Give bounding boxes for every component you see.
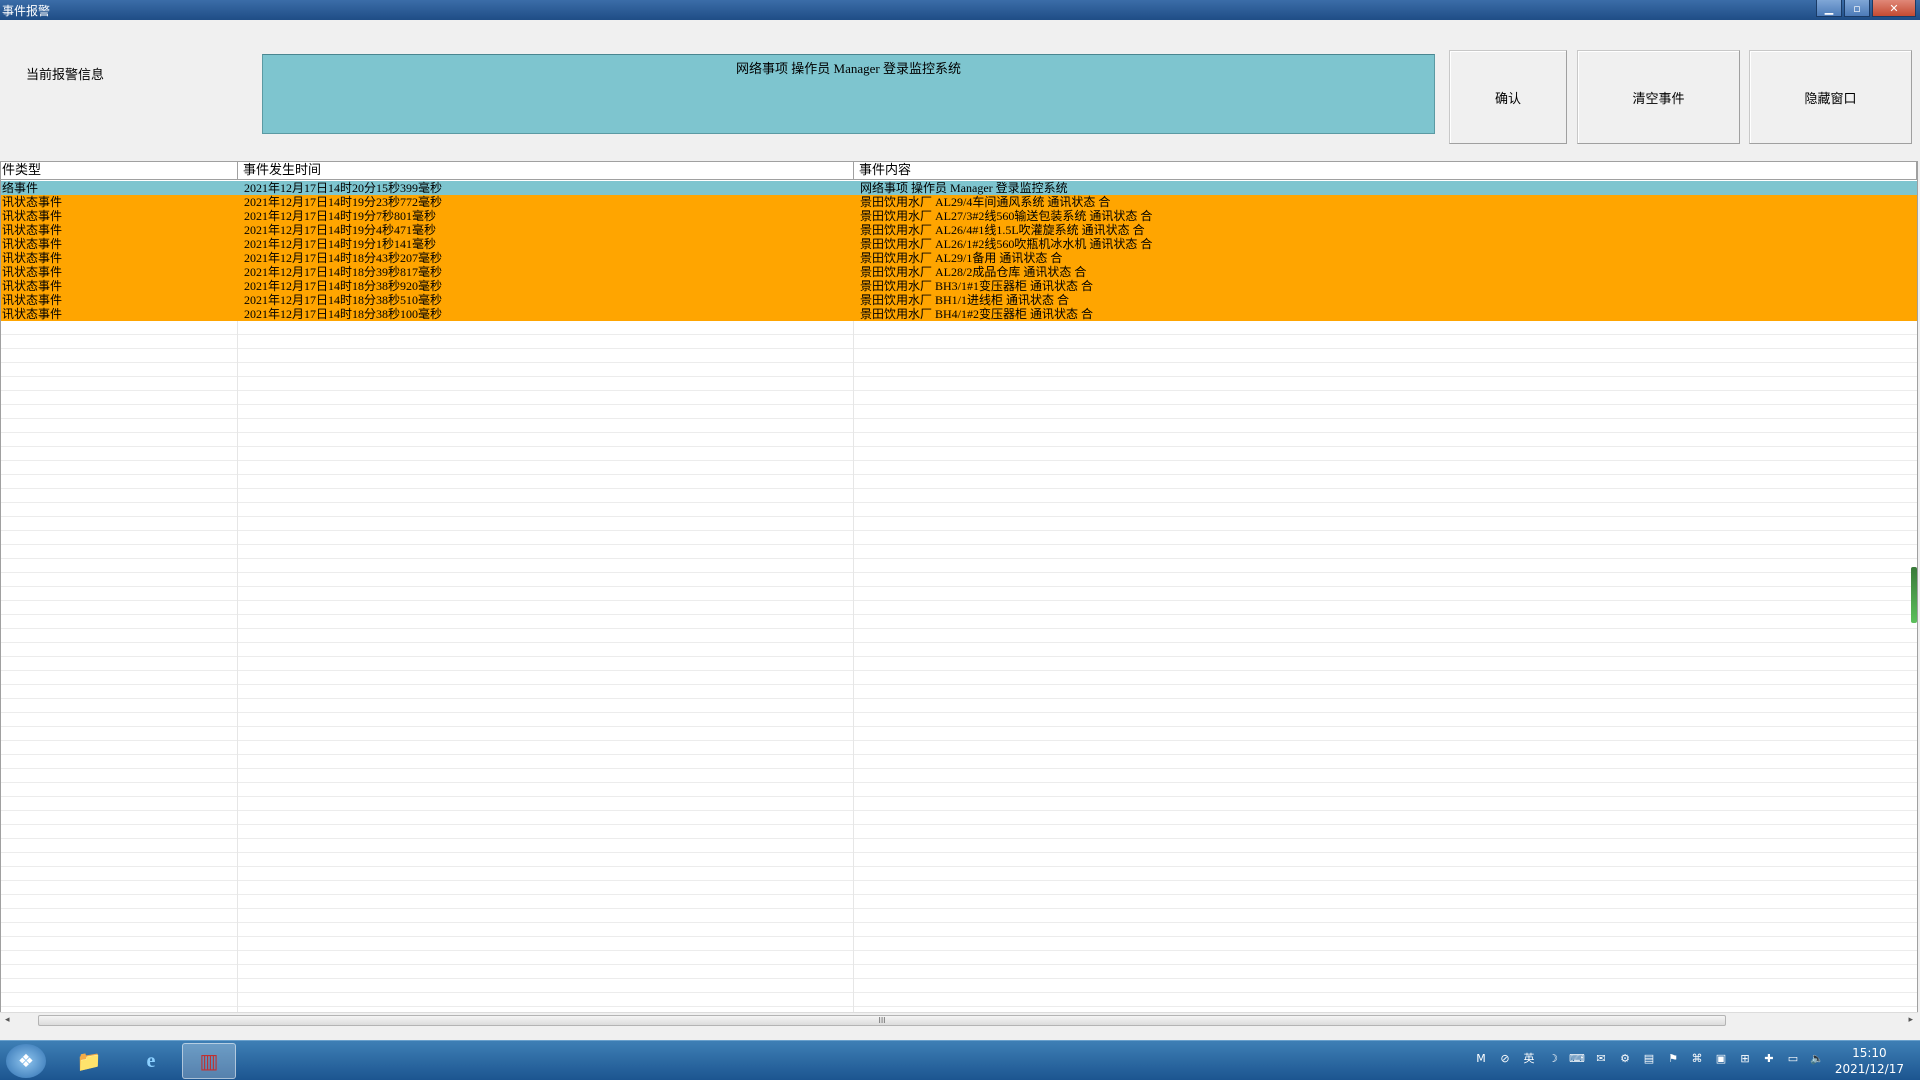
- scrollbar-thumb[interactable]: III: [38, 1015, 1726, 1026]
- event-time-cell: 2021年12月17日14时19分4秒471毫秒: [244, 223, 437, 237]
- table-row[interactable]: 讯状态事件 2021年12月17日14时19分1秒141毫秒 景田饮用水厂 AL26…: [1, 237, 1917, 251]
- event-time-cell: 2021年12月17日14时19分1秒141毫秒: [244, 237, 437, 251]
- event-time-cell: 2021年12月17日14时18分43秒207毫秒: [244, 251, 443, 265]
- tray-icon[interactable]: ⌨: [1568, 1049, 1586, 1067]
- table-row[interactable]: 讯状态事件 2021年12月17日14时19分23秒772毫秒 景田饮用水厂 AL2…: [1, 195, 1917, 209]
- clock-time: 15:10: [1852, 1046, 1887, 1060]
- event-time-cell: 2021年12月17日14时19分23秒772毫秒: [244, 195, 443, 209]
- hide-window-button[interactable]: 隐藏窗口: [1749, 50, 1912, 144]
- event-table: 件类型 事件发生时间 事件内容 络事件 2021年12月17日14时20分15秒3…: [0, 161, 1918, 1013]
- current-alarm-message: 网络事项 操作员 Manager 登录监控系统: [262, 54, 1435, 134]
- event-content-cell: 景田饮用水厂 AL29/1备用 通讯状态 合: [860, 251, 1063, 265]
- event-type-cell: 讯状态事件: [2, 195, 63, 209]
- table-row[interactable]: 讯状态事件 2021年12月17日14时18分38秒920毫秒 景田饮用水厂 BH3…: [1, 279, 1917, 293]
- status-indicator: [1911, 567, 1917, 623]
- scroll-left-icon[interactable]: ◂: [5, 1015, 10, 1025]
- window-controls: ▁ ▫ ✕: [1816, 0, 1916, 17]
- table-row[interactable]: 讯状态事件 2021年12月17日14时18分38秒100毫秒 景田饮用水厂 BH4…: [1, 307, 1917, 321]
- table-body: 络事件 2021年12月17日14时20分15秒399毫秒 网络事项 操作员 Man…: [1, 181, 1917, 1012]
- column-header-time[interactable]: 事件发生时间: [238, 162, 854, 180]
- horizontal-scrollbar[interactable]: ◂ III ▸: [0, 1012, 1918, 1028]
- event-type-cell: 讯状态事件: [2, 279, 63, 293]
- event-time-cell: 2021年12月17日14时18分39秒817毫秒: [244, 265, 443, 279]
- event-content-cell: 景田饮用水厂 AL28/2成品仓库 通讯状态 合: [860, 265, 1087, 279]
- event-content-cell: 景田饮用水厂 AL26/1#2线560吹瓶机冰水机 通讯状态 合: [860, 237, 1153, 251]
- event-time-cell: 2021年12月17日14时18分38秒510毫秒: [244, 293, 443, 307]
- tray-icon[interactable]: ⌘: [1688, 1049, 1706, 1067]
- table-row[interactable]: 讯状态事件 2021年12月17日14时18分39秒817毫秒 景田饮用水厂 AL2…: [1, 265, 1917, 279]
- event-time-cell: 2021年12月17日14时20分15秒399毫秒: [244, 181, 443, 195]
- clock[interactable]: 15:10 2021/12/17: [1835, 1045, 1904, 1077]
- scroll-right-icon[interactable]: ▸: [1908, 1015, 1913, 1025]
- title-bar: 事件报警 ▁ ▫ ✕: [0, 0, 1920, 20]
- table-row[interactable]: 讯状态事件 2021年12月17日14时19分4秒471毫秒 景田饮用水厂 AL26…: [1, 223, 1917, 237]
- windows-start-icon[interactable]: ❖: [6, 1044, 46, 1078]
- event-content-cell: 景田饮用水厂 AL27/3#2线560输送包装系统 通讯状态 合: [860, 209, 1153, 223]
- tray-icon[interactable]: ⊘: [1496, 1049, 1514, 1067]
- event-time-cell: 2021年12月17日14时18分38秒920毫秒: [244, 279, 443, 293]
- confirm-button[interactable]: 确认: [1449, 50, 1567, 144]
- tray-icon[interactable]: ✚: [1760, 1049, 1778, 1067]
- clear-events-button[interactable]: 清空事件: [1577, 50, 1740, 144]
- tray-icon[interactable]: M: [1472, 1049, 1490, 1067]
- column-header-type[interactable]: 件类型: [1, 162, 238, 180]
- event-type-cell: 讯状态事件: [2, 265, 63, 279]
- event-type-cell: 讯状态事件: [2, 223, 63, 237]
- event-content-cell: 景田饮用水厂 AL29/4车间通风系统 通讯状态 合: [860, 195, 1111, 209]
- event-type-cell: 讯状态事件: [2, 293, 63, 307]
- event-content-cell: 网络事项 操作员 Manager 登录监控系统: [860, 181, 1068, 195]
- window-title: 事件报警: [2, 4, 51, 18]
- event-time-cell: 2021年12月17日14时19分7秒801毫秒: [244, 209, 437, 223]
- maximize-icon[interactable]: ▫: [1844, 0, 1870, 17]
- event-type-cell: 讯状态事件: [2, 209, 63, 223]
- event-type-cell: 讯状态事件: [2, 251, 63, 265]
- current-alarm-label: 当前报警信息: [26, 68, 105, 83]
- tray-icon[interactable]: 英: [1520, 1049, 1538, 1067]
- internet-explorer-icon[interactable]: e: [124, 1043, 178, 1079]
- system-tray: M ⊘ 英 ☽ ⌨ ✉ ⚙ ▤ ⚑ ⌘ ▣ ⊞ ✚ ▭ 🔈: [1472, 1049, 1826, 1067]
- tray-icon[interactable]: ▭: [1784, 1049, 1802, 1067]
- event-content-cell: 景田饮用水厂 BH4/1#2变压器柜 通讯状态 合: [860, 307, 1094, 321]
- table-row[interactable]: 讯状态事件 2021年12月17日14时18分38秒510毫秒 景田饮用水厂 BH1…: [1, 293, 1917, 307]
- event-type-cell: 讯状态事件: [2, 237, 63, 251]
- tray-icon[interactable]: ☽: [1544, 1049, 1562, 1067]
- event-time-cell: 2021年12月17日14时18分38秒100毫秒: [244, 307, 443, 321]
- file-explorer-icon[interactable]: 📁: [62, 1043, 116, 1079]
- tray-icon[interactable]: ⚙: [1616, 1049, 1634, 1067]
- table-row[interactable]: 讯状态事件 2021年12月17日14时19分7秒801毫秒 景田饮用水厂 AL27…: [1, 209, 1917, 223]
- event-content-cell: 景田饮用水厂 BH1/1进线柜 通讯状态 合: [860, 293, 1070, 307]
- clock-date: 2021/12/17: [1834, 1062, 1904, 1076]
- event-alarm-app-icon[interactable]: ▥: [182, 1043, 236, 1079]
- table-row[interactable]: 讯状态事件 2021年12月17日14时18分43秒207毫秒 景田饮用水厂 AL2…: [1, 251, 1917, 265]
- tray-icon[interactable]: 🔈: [1808, 1049, 1826, 1067]
- taskbar: ❖ 📁 e ▥ M ⊘ 英 ☽ ⌨ ✉ ⚙ ▤ ⚑ ⌘ ▣ ⊞ ✚ ▭ 🔈 15:10 2021/12/17: [0, 1040, 1920, 1080]
- event-content-cell: 景田饮用水厂 BH3/1#1变压器柜 通讯状态 合: [860, 279, 1094, 293]
- tray-icon[interactable]: ✉: [1592, 1049, 1610, 1067]
- event-content-cell: 景田饮用水厂 AL26/4#1线1.5L吹灌旋系统 通讯状态 合: [860, 223, 1145, 237]
- tray-icon[interactable]: ⊞: [1736, 1049, 1754, 1067]
- tray-icon[interactable]: ⚑: [1664, 1049, 1682, 1067]
- table-header: 件类型 事件发生时间 事件内容: [1, 162, 1917, 180]
- close-icon[interactable]: ✕: [1872, 0, 1916, 17]
- tray-icon[interactable]: ▤: [1640, 1049, 1658, 1067]
- event-type-cell: 络事件: [2, 181, 39, 195]
- table-row[interactable]: 络事件 2021年12月17日14时20分15秒399毫秒 网络事项 操作员 Man…: [1, 181, 1917, 195]
- tray-icon[interactable]: ▣: [1712, 1049, 1730, 1067]
- event-type-cell: 讯状态事件: [2, 307, 63, 321]
- column-header-content[interactable]: 事件内容: [854, 162, 1917, 180]
- minimize-icon[interactable]: ▁: [1816, 0, 1842, 17]
